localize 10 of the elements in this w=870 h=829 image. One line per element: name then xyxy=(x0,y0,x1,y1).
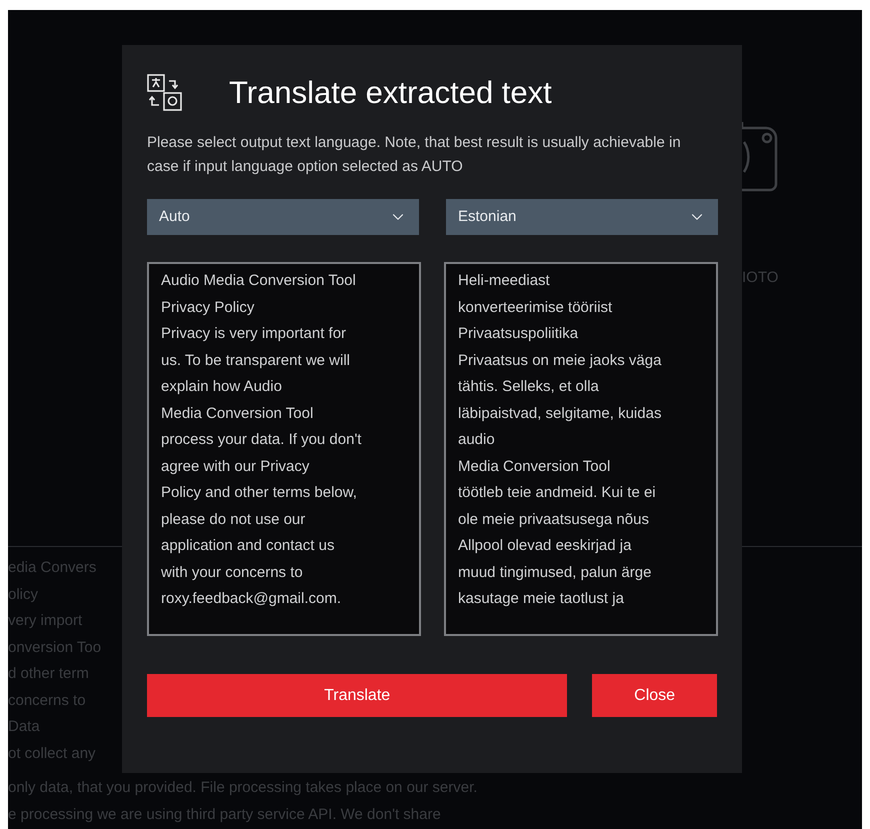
translated-text-area[interactable]: Heli-meediast konverteerimise tööriist Privaatsuspoliitika Privaatsus on meie jaoks väga tähtis. Selleks, et olla läbipaistvad, selgitame, kuidas audio Media Conversion Tool töötleb teie andmeid. Kui te ei ole meie privaatsusega nõus Allpool olevad eeskirjad ja muud tingimused, palun ärge kasutage meie taotlust ja xyxy=(444,262,718,636)
translate-button[interactable]: Translate xyxy=(147,674,568,717)
target-language-dropdown[interactable]: Estonian xyxy=(446,199,718,235)
source-text-area[interactable]: Audio Media Conversion Tool Privacy Policy Privacy is very important for us. To be transparent we will explain how Audio Media Conversion Tool process your data. If you don't agree with our Privacy Policy and other terms below, please do not use our application and contact us with your concerns to roxy.feedback@gmail.com. xyxy=(147,262,421,636)
source-language-dropdown[interactable]: Auto xyxy=(147,199,419,235)
camera-icon xyxy=(742,120,780,194)
translate-icon xyxy=(147,74,183,112)
dialog-title: Translate extracted text xyxy=(229,74,552,112)
dialog-description: Please select output text language. Note, that best result is usually achievable in case if input language option selected as AUTO xyxy=(147,133,682,177)
close-button[interactable]: Close xyxy=(592,674,717,717)
